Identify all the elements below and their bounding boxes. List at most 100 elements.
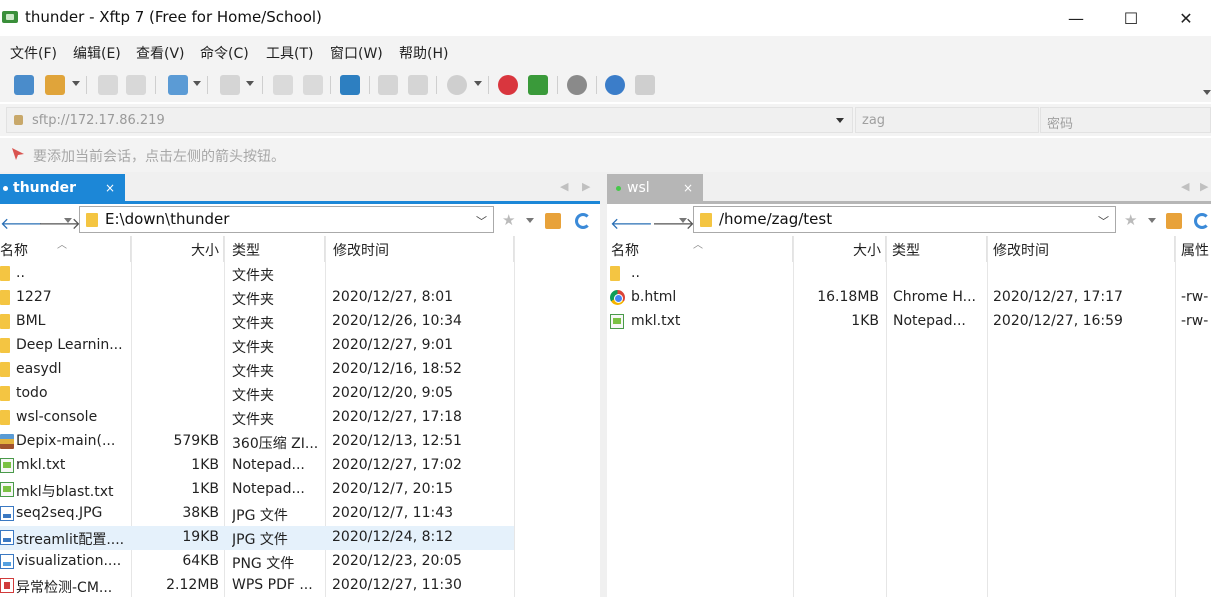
- table-row[interactable]: 1227 文件夹 2020/12/27, 8:01: [0, 286, 514, 310]
- pane-splitter[interactable]: [600, 172, 607, 597]
- disconnect-icon[interactable]: [98, 75, 118, 95]
- tab-dropdown-icon[interactable]: [193, 81, 201, 86]
- table-row[interactable]: 异常检测-CM... 2.12MB WPS PDF ... 2020/12/27, 1…: [0, 574, 514, 598]
- menu-help[interactable]: 帮助(H): [399, 43, 448, 63]
- table-row[interactable]: b.html 16.18MB Chrome H... 2020/12/27, 17:1…: [607, 286, 1211, 310]
- local-nav-bar: 🡐 🡒 E:\down\thunder ﹀ ★: [0, 204, 600, 236]
- col-type[interactable]: 类型: [886, 236, 987, 262]
- menu-window[interactable]: 窗口(W): [330, 43, 383, 63]
- view-dropdown-icon[interactable]: [246, 81, 254, 86]
- close-button[interactable]: ✕: [1159, 0, 1211, 36]
- view-icon[interactable]: [220, 75, 240, 95]
- home-folder-icon[interactable]: [545, 213, 561, 229]
- host-input[interactable]: sftp://172.17.86.219: [6, 107, 853, 133]
- tab-scroll-left-icon[interactable]: ◀: [1181, 180, 1189, 193]
- table-row[interactable]: todo 文件夹 2020/12/20, 9:05: [0, 382, 514, 406]
- local-path-input[interactable]: E:\down\thunder ﹀: [79, 206, 494, 233]
- menu-edit[interactable]: 编辑(E): [73, 43, 121, 63]
- table-row[interactable]: wsl-console 文件夹 2020/12/27, 17:18: [0, 406, 514, 430]
- open-dropdown-icon[interactable]: [72, 81, 80, 86]
- tab-remote-wsl[interactable]: wsl ×: [607, 174, 703, 202]
- table-row[interactable]: ..: [607, 262, 1211, 286]
- folder-icon: [0, 386, 10, 401]
- tab-remote-close-icon[interactable]: ×: [683, 181, 693, 195]
- minimize-button[interactable]: —: [1049, 0, 1103, 36]
- encoding-icon[interactable]: [447, 75, 467, 95]
- remote-nav-bar: 🡐 🡒 /home/zag/test ﹀ ★: [607, 204, 1211, 236]
- cell-type: 文件夹: [232, 364, 274, 380]
- menu-command[interactable]: 命令(C): [200, 43, 249, 63]
- username-input[interactable]: zag: [855, 107, 1039, 133]
- host-dropdown-icon[interactable]: [836, 118, 844, 123]
- menu-view[interactable]: 查看(V): [136, 43, 185, 63]
- toolbar-separator: [207, 76, 208, 94]
- refresh-icon[interactable]: [575, 213, 591, 229]
- forward-arrow-icon[interactable]: 🡒: [38, 213, 81, 233]
- bookmark-star-icon[interactable]: ★: [1124, 211, 1140, 229]
- table-row[interactable]: visualization.... 64KB PNG 文件 2020/12/23, 2…: [0, 550, 514, 574]
- cell-modified: 2020/12/27, 17:18: [332, 409, 462, 425]
- table-row[interactable]: mkl.txt 1KB Notepad... 2020/12/27, 17:02: [0, 454, 514, 478]
- back-arrow-icon[interactable]: 🡐: [610, 213, 653, 233]
- properties-icon[interactable]: [273, 75, 293, 95]
- new-session-icon[interactable]: [14, 75, 34, 95]
- cell-name: 异常检测-CM...: [16, 580, 113, 596]
- gear-icon[interactable]: [567, 75, 587, 95]
- path-dropdown-icon[interactable]: ﹀: [476, 213, 487, 229]
- password-input[interactable]: 密码: [1040, 107, 1211, 133]
- col-size[interactable]: 大小: [131, 236, 224, 262]
- encoding-dropdown-icon[interactable]: [474, 81, 482, 86]
- table-row[interactable]: streamlit配置.... 19KB JPG 文件 2020/12/24, 8:1…: [0, 526, 514, 550]
- tab-scroll-left-icon[interactable]: ◀: [560, 180, 568, 193]
- history-dropdown-icon[interactable]: [64, 218, 72, 223]
- home-folder-icon[interactable]: [1166, 213, 1182, 229]
- bookmark-dropdown-icon[interactable]: [1148, 218, 1156, 223]
- path-dropdown-icon[interactable]: ﹀: [1098, 213, 1109, 229]
- table-row[interactable]: Depix-main(... 579KB 360压缩 ZI... 2020/12/13…: [0, 430, 514, 454]
- transfer-icon[interactable]: [340, 75, 360, 95]
- tab-scroll-right-icon[interactable]: ▶: [582, 180, 590, 193]
- col-modified[interactable]: 修改时间: [325, 236, 514, 262]
- help-icon[interactable]: [605, 75, 625, 95]
- bookmark-star-icon[interactable]: ★: [502, 211, 518, 229]
- chat-icon[interactable]: [635, 75, 655, 95]
- col-attributes[interactable]: 属性: [1175, 236, 1211, 262]
- cell-name: streamlit配置....: [16, 532, 125, 548]
- txt-icon: [0, 458, 14, 473]
- maximize-button[interactable]: ☐: [1104, 0, 1158, 36]
- chrome-icon: [610, 290, 625, 305]
- table-row[interactable]: Deep Learnin... 文件夹 2020/12/27, 9:01: [0, 334, 514, 358]
- queue-icon[interactable]: [378, 75, 398, 95]
- col-type[interactable]: 类型: [224, 236, 325, 262]
- table-row[interactable]: .. 文件夹: [0, 262, 514, 286]
- tab-scroll-right-icon[interactable]: ▶: [1200, 180, 1208, 193]
- refresh-icon[interactable]: [1194, 213, 1210, 229]
- add-session-arrow-icon[interactable]: [11, 147, 25, 161]
- menu-tools[interactable]: 工具(T): [266, 43, 313, 63]
- xftp-icon[interactable]: [528, 75, 548, 95]
- cell-modified: 2020/12/16, 18:52: [332, 361, 462, 377]
- table-row[interactable]: mkl与blast.txt 1KB Notepad... 2020/12/7, 20:…: [0, 478, 514, 502]
- table-row[interactable]: seq2seq.JPG 38KB JPG 文件 2020/12/7, 11:43: [0, 502, 514, 526]
- forward-arrow-icon[interactable]: 🡒: [652, 213, 695, 233]
- sync-icon[interactable]: [408, 75, 428, 95]
- remote-path-input[interactable]: /home/zag/test ﹀: [693, 206, 1116, 233]
- tab-local-thunder[interactable]: thunder ×: [0, 174, 125, 202]
- reconnect-icon[interactable]: [126, 75, 146, 95]
- open-folder-icon[interactable]: [45, 75, 65, 95]
- back-arrow-icon[interactable]: 🡐: [0, 213, 43, 233]
- table-row[interactable]: BML 文件夹 2020/12/26, 10:34: [0, 310, 514, 334]
- toolbar-overflow-icon[interactable]: [1203, 90, 1211, 95]
- bookmark-dropdown-icon[interactable]: [526, 218, 534, 223]
- jpg-icon: [0, 506, 14, 521]
- new-tab-icon[interactable]: [168, 75, 188, 95]
- tab-local-close-icon[interactable]: ×: [105, 181, 115, 195]
- col-size[interactable]: 大小: [793, 236, 886, 262]
- col-modified[interactable]: 修改时间: [987, 236, 1175, 262]
- copy-icon[interactable]: [303, 75, 323, 95]
- table-row[interactable]: mkl.txt 1KB Notepad... 2020/12/27, 16:59 -rw…: [607, 310, 1211, 334]
- menu-file[interactable]: 文件(F): [10, 43, 57, 63]
- history-dropdown-icon[interactable]: [679, 218, 687, 223]
- table-row[interactable]: easydl 文件夹 2020/12/16, 18:52: [0, 358, 514, 382]
- xshell-icon[interactable]: [498, 75, 518, 95]
